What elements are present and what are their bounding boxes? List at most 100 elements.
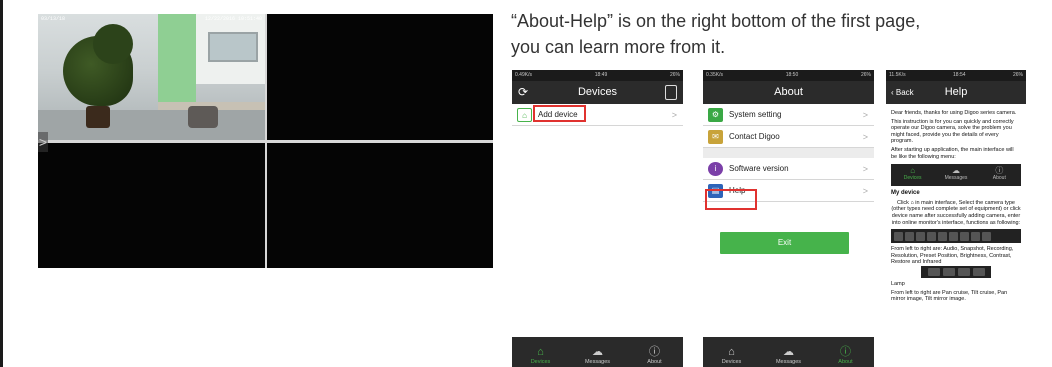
home-icon: ⌂ [728,346,735,358]
nav-bar: About [703,81,874,104]
chevron-right-icon: > [862,132,868,142]
grid-divider-vertical [265,14,267,268]
help-para-3: Lamp [891,280,905,287]
feed-pot [86,106,110,128]
status-speed: 0.49K/s [515,72,532,78]
home-icon: ⌂ [910,166,916,176]
document-icon[interactable] [665,85,677,100]
chevron-right-icon: > [862,186,868,196]
status-battery: 26% [860,72,871,78]
help-content: Dear friends, thanks for using Digoo ser… [886,104,1026,311]
status-time: 18:50 [785,72,799,78]
phone-devices-screen: 0.49K/s 18:49 26% ⟳ Devices ⌂ Add device… [512,70,683,367]
info-icon: ⓘ [839,346,851,358]
camera-feed-empty-4[interactable] [267,143,493,268]
info-icon: ⓘ [995,166,1004,176]
chevron-right-icon: > [862,110,868,120]
status-bar: 11.5K/s 18:54 26% [886,70,1026,81]
chevron-right-icon[interactable]: > [38,132,48,152]
software-version-label: Software version [729,164,789,173]
chevron-right-icon: > [671,110,677,120]
back-button[interactable]: ‹ Back [891,81,914,104]
mini-tab-messages: ☁ Messages [935,166,978,186]
tab-messages[interactable]: ☁ Messages [760,346,816,365]
help-mini-tabbar: ⌂ Devices ☁ Messages ⓘ About [891,164,1021,187]
cloud-icon: ☁ [951,166,960,176]
instruction-caption: “About-Help” is on the right bottom of t… [511,8,1041,60]
tab-bar: ⌂ Devices ☁ Messages ⓘ About [703,337,874,367]
chevron-right-icon: > [862,164,868,174]
tab-devices[interactable]: ⌂ Devices [703,346,759,365]
record-icon [916,231,925,241]
status-bar: 0.49K/s 18:49 26% [512,70,683,81]
help-intro-3: After starting up application, the main … [891,146,1014,160]
tab-messages[interactable]: ☁ Messages [569,346,625,365]
help-intro-2: This instruction is for you can quickly … [891,118,1014,145]
status-battery: 26% [669,72,680,78]
cloud-icon: ☁ [782,346,794,358]
audio-icon [894,231,903,241]
phone-help-screen: 11.5K/s 18:54 26% ‹ Back Help Dear frien… [886,70,1026,367]
page: 03/13/18 12/22/2016 10:51:40 > “About-He… [0,0,1052,367]
camera-feed-empty-3[interactable] [38,143,265,268]
software-version-row[interactable]: i Software version > [703,158,874,180]
left-border-rule [0,0,3,367]
feed-wall [158,14,196,104]
highlight-box-add-device [533,105,586,122]
status-time: 18:54 [953,72,966,78]
section-gap [703,148,874,158]
nav-bar: ⟳ Devices [512,81,683,104]
home-icon: ⌂ [537,346,544,358]
caption-line-2: you can learn more from it. [511,37,726,57]
nav-title: About [774,86,803,98]
tab-about[interactable]: ⓘ About [626,346,682,365]
contact-digoo-row[interactable]: ✉ Contact Digoo > [703,126,874,148]
caption-line-1: “About-Help” is on the right bottom of t… [511,11,921,31]
camera-feed-live[interactable]: 03/13/18 12/22/2016 10:51:40 [38,14,265,140]
tab-bar: ⌂ Devices ☁ Messages ⓘ About [512,337,683,367]
camera-feed-empty-2[interactable] [267,14,493,140]
status-time: 18:49 [594,72,608,78]
mirror-icon [957,267,970,276]
help-heading-my-device: My device [891,190,920,197]
highlight-box-help [705,189,757,210]
pan-icon [927,267,940,276]
toolbar-preview [891,229,1021,244]
feed-plant-top [93,24,133,64]
nav-title: Devices [577,86,618,98]
system-setting-row[interactable]: ⚙ System setting > [703,104,874,126]
resolution-icon [927,231,936,241]
tilt-icon [942,267,955,276]
info-icon: i [708,162,723,176]
feed-chair [188,106,218,128]
refresh-icon[interactable]: ⟳ [518,81,528,104]
status-speed: 0.35K/s [706,72,723,78]
phone-about-screen: 0.35K/s 18:50 26% About ⚙ System setting… [703,70,874,367]
mini-tab-devices: ⌂ Devices [891,166,934,186]
camera-grid: 03/13/18 12/22/2016 10:51:40 > [38,14,493,268]
nav-title: Help [944,86,968,98]
feed-window [208,32,258,62]
status-bar: 0.35K/s 18:50 26% [703,70,874,81]
message-icon: ✉ [708,130,723,144]
help-para-2: From left to right are: Audio, Snapshot,… [891,246,1014,266]
info-icon: ⓘ [648,346,660,358]
tab-about[interactable]: ⓘ About [817,346,873,365]
preset-icon [938,231,947,241]
nav-bar: ‹ Back Help [886,81,1026,104]
help-para-4: From left to right are Pan cruise, Tilt … [891,289,1008,303]
system-setting-label: System setting [729,110,782,119]
feed-floor [38,110,265,140]
gear-icon: ⚙ [708,108,723,122]
infrared-icon [982,231,991,241]
mini-tab-about: ⓘ About [978,166,1021,186]
brightness-icon [949,231,958,241]
cloud-icon: ☁ [591,346,603,358]
contact-digoo-label: Contact Digoo [729,132,780,141]
snapshot-icon [905,231,914,241]
tab-devices[interactable]: ⌂ Devices [512,346,568,365]
feed-osd-timestamp: 12/22/2016 10:51:40 [204,16,262,22]
contrast-icon [960,231,969,241]
exit-button[interactable]: Exit [720,232,849,254]
toolbar-preview-2 [921,265,991,278]
